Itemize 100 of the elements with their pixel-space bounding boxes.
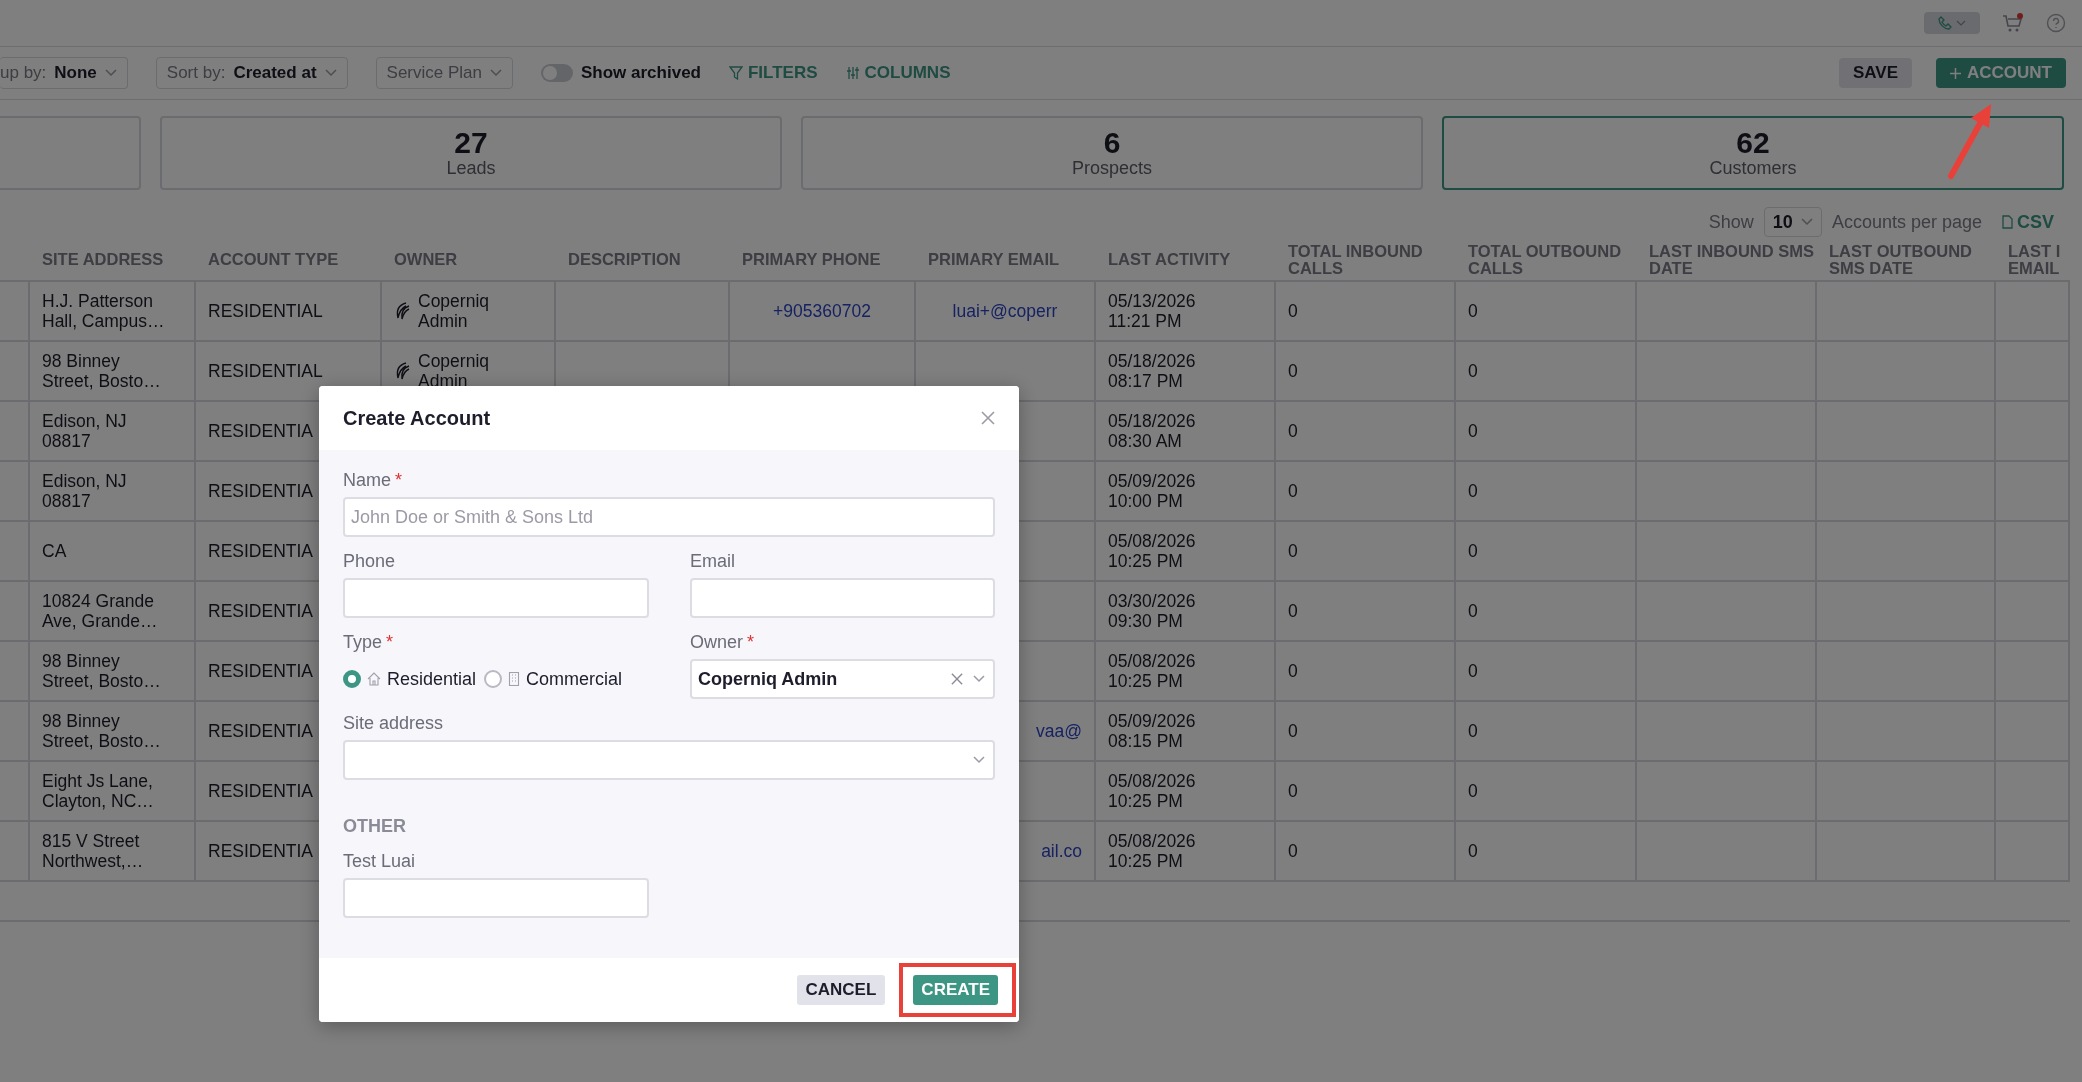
table-cell: 0	[1468, 600, 1478, 622]
table-cell-text: 05/09/2026 10:00 PM	[1108, 470, 1197, 512]
table-cell: 0	[1288, 720, 1298, 742]
add-account-button[interactable]: ACCOUNT	[1936, 58, 2066, 88]
table-cell: 0	[1468, 840, 1478, 862]
show-archived-toggle[interactable]: Show archived	[541, 63, 701, 83]
stat-card[interactable]: 6 Prospects	[801, 116, 1423, 190]
table-cell: RESIDENTIA	[208, 840, 314, 862]
phone-icon	[1938, 16, 1952, 30]
sort-by-dropdown[interactable]: Sort by: Created at	[155, 57, 348, 89]
column-header[interactable]: PRIMARY EMAIL	[928, 251, 1060, 269]
table-cell-text: 98 Binney Street, Bosto…	[42, 350, 162, 392]
table-cell: 0	[1288, 420, 1298, 442]
table-cell: RESIDENTIA	[208, 660, 314, 682]
table-cell-text: 815 V Street Northwest,…	[42, 830, 145, 872]
table-cell: 0	[1288, 300, 1298, 322]
filters-button[interactable]: FILTERS	[728, 63, 818, 83]
sliders-icon	[845, 66, 860, 80]
table-cell-text: 05/08/2026 10:25 PM	[1108, 650, 1197, 692]
email-link[interactable]: vaa@	[1036, 720, 1082, 742]
owner-select[interactable]: Coperniq Admin	[690, 659, 995, 699]
table-cell: 0	[1468, 540, 1478, 562]
table-cell: RESIDENTIA	[208, 720, 314, 742]
cart-icon[interactable]	[2002, 13, 2024, 33]
column-header[interactable]: OWNER	[394, 251, 458, 269]
column-header[interactable]: LAST ACTIVITY	[1108, 251, 1231, 269]
chevron-down-icon	[973, 756, 985, 764]
email-input[interactable]	[690, 578, 995, 618]
group-by-dropdown[interactable]: up by: None	[0, 57, 128, 89]
building-icon	[508, 672, 521, 686]
column-header[interactable]: LAST OUTBOUND SMS DATE	[1829, 242, 1996, 278]
chevron-down-icon	[324, 69, 337, 77]
name-input[interactable]: John Doe or Smith & Sons Ltd	[343, 497, 995, 537]
table-cell: 0	[1468, 300, 1478, 322]
plus-icon	[1950, 67, 1961, 79]
phone-input[interactable]	[343, 578, 649, 618]
table-cell: RESIDENTIAL	[208, 300, 323, 322]
table-cell-text: 05/08/2026 10:25 PM	[1108, 830, 1197, 872]
table-cell-text: 05/18/2026 08:30 AM	[1108, 410, 1197, 452]
table-cell-text: 05/08/2026 10:25 PM	[1108, 530, 1197, 572]
table-cell: 0	[1468, 480, 1478, 502]
column-header[interactable]: TOTAL OUTBOUND CALLS	[1468, 242, 1637, 278]
create-button[interactable]: CREATE	[913, 975, 998, 1005]
field-label: Type *	[343, 632, 395, 653]
filter-icon	[728, 66, 743, 80]
table-cell-text: 03/30/2026 09:30 PM	[1108, 590, 1197, 632]
field-label: Test Luai	[343, 851, 417, 872]
table-cell: RESIDENTIA	[208, 480, 314, 502]
table-cell-text: Edison, NJ 08817	[42, 410, 128, 452]
phone-link[interactable]: +905360702	[773, 300, 871, 322]
close-icon	[981, 411, 995, 425]
house-icon	[367, 672, 381, 686]
column-header[interactable]: LAST INBOUND SMS DATE	[1649, 242, 1817, 278]
chevron-down-icon	[973, 675, 985, 683]
field-label: Phone	[343, 551, 397, 572]
chevron-down-icon	[1800, 218, 1813, 226]
type-radio[interactable]: Commercial	[484, 668, 627, 690]
csv-export-button[interactable]: CSV	[2002, 211, 2054, 233]
table-cell: 0	[1288, 360, 1298, 382]
table-cell: 0	[1288, 480, 1298, 502]
table-cell: 0	[1468, 720, 1478, 742]
text-input[interactable]	[343, 878, 649, 918]
column-header[interactable]: TOTAL INBOUND CALLS	[1288, 242, 1456, 278]
table-cell-text: 98 Binney Street, Bosto…	[42, 650, 162, 692]
per-page-select[interactable]: 10	[1763, 207, 1822, 237]
section-heading: OTHER	[343, 816, 407, 837]
per-page-label: Accounts per page	[1831, 211, 1982, 233]
type-radio[interactable]: Residential	[343, 668, 481, 690]
owner-name: Coperniq Admin	[418, 290, 491, 332]
chevron-down-icon	[1956, 20, 1966, 26]
site-address-select[interactable]	[343, 740, 995, 780]
table-cell: 0	[1288, 540, 1298, 562]
phone-menu[interactable]	[1924, 12, 1980, 34]
column-header[interactable]: PRIMARY PHONE	[742, 251, 881, 269]
help-icon[interactable]	[2046, 13, 2066, 33]
column-header[interactable]: DESCRIPTION	[568, 251, 681, 269]
table-cell: RESIDENTIAL	[208, 360, 323, 382]
table-cell: RESIDENTIA	[208, 780, 314, 802]
table-cell: 0	[1288, 840, 1298, 862]
table-cell-text: 10824 Grande Ave, Grande…	[42, 590, 159, 632]
table-cell: RESIDENTIA	[208, 420, 314, 442]
stat-card[interactable]: 62 Customers	[1442, 116, 2064, 190]
field-label: Name *	[343, 470, 404, 491]
email-link[interactable]: ail.co	[1041, 840, 1082, 862]
close-button[interactable]	[981, 411, 995, 425]
table-cell: RESIDENTIA	[208, 600, 314, 622]
table-cell: 0	[1468, 660, 1478, 682]
stat-card[interactable]: 27 Leads	[160, 116, 782, 190]
email-link[interactable]: luai+@coperr	[952, 300, 1058, 322]
column-header[interactable]: LAST I EMAIL	[2008, 242, 2070, 278]
table-cell-text: 05/09/2026 08:15 PM	[1108, 710, 1197, 752]
table-cell: 0	[1288, 600, 1298, 622]
service-plan-dropdown[interactable]: Service Plan	[375, 57, 513, 89]
table-cell-text: 05/18/2026 08:17 PM	[1108, 350, 1197, 392]
table-cell: 0	[1288, 780, 1298, 802]
save-button[interactable]: SAVE	[1838, 58, 1912, 88]
columns-button[interactable]: COLUMNS	[845, 63, 951, 83]
column-header[interactable]: SITE ADDRESS	[42, 251, 164, 269]
column-header[interactable]: ACCOUNT TYPE	[208, 251, 339, 269]
cancel-button[interactable]: CANCEL	[796, 975, 886, 1005]
